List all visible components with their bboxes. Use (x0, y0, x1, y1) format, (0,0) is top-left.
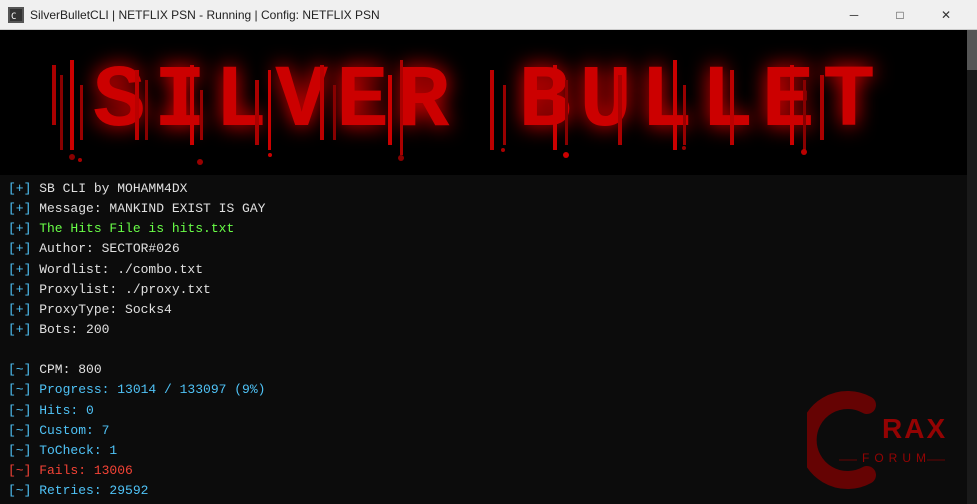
line-proxytype: [+] ProxyType: Socks4 (8, 300, 969, 320)
text-proxylist: Proxylist: ./proxy.txt (31, 280, 210, 300)
bracket-progress: [~] (8, 380, 31, 400)
bracket-tocheck: [~] (8, 441, 31, 461)
bracket-retries: [~] (8, 481, 31, 501)
svg-text:FORUM: FORUM (862, 451, 931, 465)
text-author: Author: SECTOR#026 (31, 239, 179, 259)
terminal-window: SILVER BULLET (0, 30, 977, 504)
window-controls: ─ □ ✕ (831, 0, 969, 30)
line-bots: [+] Bots: 200 (8, 320, 969, 340)
banner-area: SILVER BULLET (0, 30, 977, 175)
scrollbar-thumb[interactable] (967, 30, 977, 70)
text-message: Message: MANKIND EXIST IS GAY (31, 199, 265, 219)
app-icon: C (8, 7, 24, 23)
close-button[interactable]: ✕ (923, 0, 969, 30)
watermark: RAX FORUM (807, 390, 967, 494)
scrollbar[interactable] (967, 30, 977, 504)
text-wordlist: Wordlist: ./combo.txt (31, 260, 203, 280)
line-cpm: [~] CPM: 800 (8, 360, 969, 380)
text-progress: Progress: 13014 / 133097 (9%) (31, 380, 265, 400)
bracket-6: [+] (8, 280, 31, 300)
svg-text:RAX: RAX (882, 413, 947, 444)
minimize-button[interactable]: ─ (831, 0, 877, 30)
line-message: [+] Message: MANKIND EXIST IS GAY (8, 199, 969, 219)
bracket-2: [+] (8, 199, 31, 219)
titlebar: C SilverBulletCLI | NETFLIX PSN - Runnin… (0, 0, 977, 30)
bracket-7: [+] (8, 300, 31, 320)
text-custom: Custom: 7 (31, 421, 109, 441)
blank-line (8, 340, 969, 360)
text-cpm: CPM: 800 (31, 360, 101, 380)
banner-svg: SILVER BULLET (0, 30, 977, 175)
text-bots: Bots: 200 (31, 320, 109, 340)
bracket-5: [+] (8, 260, 31, 280)
line-author: [+] Author: SECTOR#026 (8, 239, 969, 259)
text-sb-cli: SB CLI by MOHAMM4DX (31, 179, 187, 199)
bracket-cpm: [~] (8, 360, 31, 380)
svg-text:SILVER BULLET: SILVER BULLET (93, 53, 884, 152)
text-hits: Hits: 0 (31, 401, 93, 421)
bracket-fails: [~] (8, 461, 31, 481)
bracket-hits: [~] (8, 401, 31, 421)
text-hits-file: The Hits File is hits.txt (31, 219, 234, 239)
bracket-4: [+] (8, 239, 31, 259)
text-tocheck: ToCheck: 1 (31, 441, 117, 461)
bracket-1: [+] (8, 179, 31, 199)
text-retries: Retries: 29592 (31, 481, 148, 501)
line-proxylist: [+] Proxylist: ./proxy.txt (8, 280, 969, 300)
line-sb-cli: [+] SB CLI by MOHAMM4DX (8, 179, 969, 199)
bracket-3: [+] (8, 219, 31, 239)
maximize-button[interactable]: □ (877, 0, 923, 30)
line-hits-file: [+] The Hits File is hits.txt (8, 219, 969, 239)
bracket-8: [+] (8, 320, 31, 340)
text-proxytype: ProxyType: Socks4 (31, 300, 171, 320)
bracket-custom: [~] (8, 421, 31, 441)
text-fails: Fails: 13006 (31, 461, 132, 481)
svg-text:C: C (11, 12, 16, 21)
line-wordlist: [+] Wordlist: ./combo.txt (8, 260, 969, 280)
window-title: SilverBulletCLI | NETFLIX PSN - Running … (30, 8, 831, 22)
